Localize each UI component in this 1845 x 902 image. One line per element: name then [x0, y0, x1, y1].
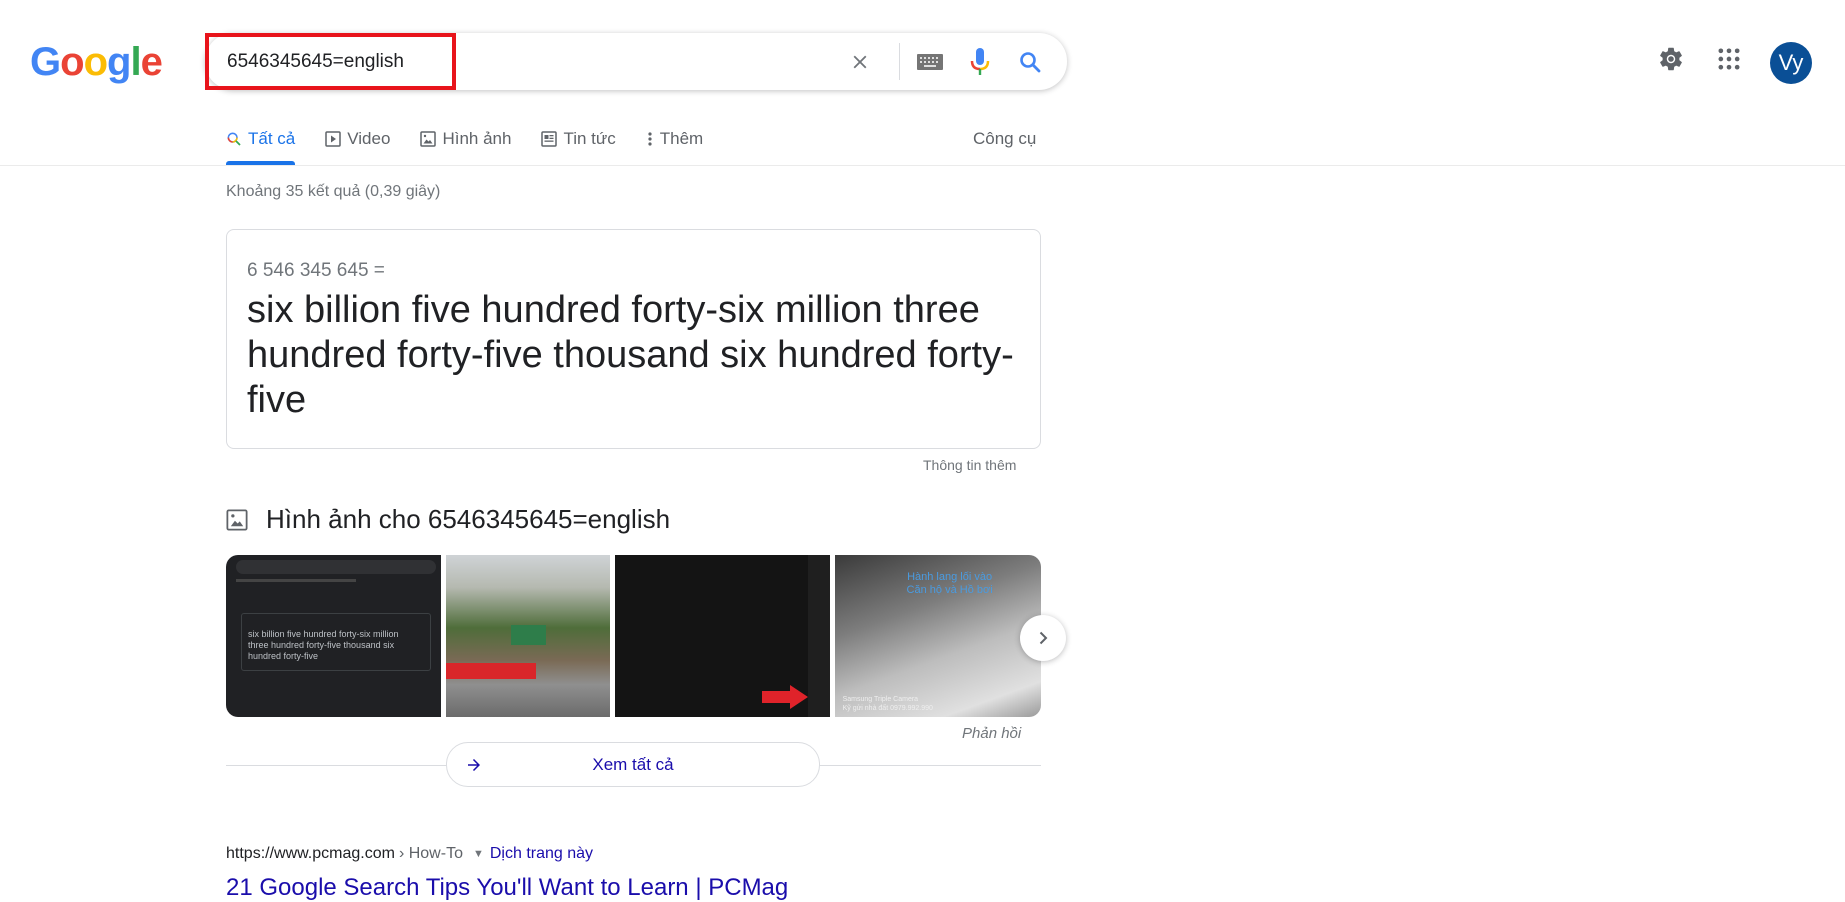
result-citation: https://www.pcmag.com › How-To ▼ Dịch tr… [226, 845, 593, 863]
image-thumbnail[interactable] [446, 555, 611, 717]
search-box-divider [899, 43, 900, 80]
answer-words: six billion five hundred forty-six milli… [247, 289, 1014, 421]
image-thumbnail[interactable]: six billion five hundred forty-six milli… [226, 555, 442, 717]
settings-button[interactable] [1657, 45, 1685, 78]
google-logo[interactable]: Google [30, 40, 163, 85]
thumbnail-overlay-text: Hành lang lối vào [907, 571, 993, 583]
image-carousel: six billion five hundred forty-six milli… [226, 555, 1041, 717]
search-icon [1020, 52, 1041, 73]
thumbnail-text: three hundred forty-five thousand six [248, 640, 395, 650]
keyboard-icon [917, 54, 943, 70]
translate-page-link[interactable]: Dịch trang này [490, 845, 593, 863]
search-icon [226, 131, 242, 147]
tab-video[interactable]: Video [325, 124, 390, 165]
result-url: https://www.pcmag.com [226, 845, 395, 862]
close-icon [853, 55, 867, 69]
logo-letter: g [107, 40, 131, 84]
account-avatar[interactable]: Vy [1770, 42, 1812, 84]
more-vert-icon [646, 131, 654, 147]
thumbnail-overlay-text: Căn hộ và Hồ bơi [906, 584, 993, 596]
number-to-words-card: 6 546 345 645 = six billion five hundred… [226, 229, 1041, 449]
image-thumbnail[interactable]: Hành lang lối vào Căn hộ và Hồ bơi Samsu… [834, 555, 1041, 717]
chevron-right-icon [1039, 631, 1048, 645]
dropdown-triangle-icon[interactable]: ▼ [473, 848, 484, 860]
logo-letter: G [30, 40, 61, 84]
thumbnail-footer-text: Kỹ gửi nhà đất 0979.992.990 [842, 705, 933, 712]
tab-label: Video [347, 129, 391, 148]
carousel-next-button[interactable] [1020, 615, 1066, 661]
result-stats: Khoảng 35 kết quả (0,39 giây) [226, 183, 441, 200]
apps-button[interactable] [1715, 45, 1743, 78]
tab-news[interactable]: Tin tức [541, 124, 616, 165]
search-input[interactable] [227, 33, 787, 90]
image-icon [226, 508, 248, 531]
keyboard-button[interactable] [915, 47, 945, 77]
image-icon [420, 131, 437, 147]
tab-all[interactable]: Tất cả [226, 124, 296, 165]
answer-equation: 6 546 345 645 = [247, 260, 385, 281]
tab-more[interactable]: Thêm [646, 124, 703, 165]
logo-letter: l [130, 40, 141, 84]
logo-letter: o [60, 40, 84, 84]
tabs-divider [0, 165, 1845, 166]
apps-icon [1718, 48, 1740, 70]
search-tabs: Tất cả Video Hình ảnh Tin tức Thêm [226, 124, 733, 166]
thumbnail-text: six billion five hundred forty-six milli… [248, 629, 399, 639]
news-icon [541, 131, 558, 147]
tab-label: Tin tức [563, 129, 616, 148]
settings-icon [1660, 47, 1682, 71]
voice-search-button[interactable] [965, 47, 995, 77]
see-all-label: Xem tất cả [592, 754, 674, 774]
logo-letter: o [83, 40, 108, 84]
search-box [205, 33, 1067, 90]
images-section-header[interactable]: Hình ảnh cho 6546345645=english [226, 504, 670, 535]
image-thumbnail[interactable] [615, 555, 830, 717]
tab-label: Tất cả [248, 129, 296, 148]
thumbnail-footer-text: Samsung Triple Camera [842, 696, 919, 703]
microphone-icon [970, 48, 990, 75]
result-breadcrumb: › How-To [398, 845, 463, 862]
thumbnail-text: hundred forty-five [248, 651, 319, 661]
tools-button[interactable]: Công cụ [973, 129, 1036, 149]
feedback-link[interactable]: Phản hồi [962, 725, 1021, 742]
logo-letter: e [140, 40, 163, 84]
result-title-link[interactable]: 21 Google Search Tips You'll Want to Lea… [226, 874, 788, 902]
tab-label: Thêm [659, 129, 704, 148]
search-button[interactable] [1015, 47, 1045, 77]
images-header-label: Hình ảnh cho 6546345645=english [266, 504, 671, 534]
clear-button[interactable] [845, 47, 875, 77]
tab-images[interactable]: Hình ảnh [420, 124, 511, 165]
more-info-link[interactable]: Thông tin thêm [923, 457, 1016, 473]
see-all-images-button[interactable]: Xem tất cả [446, 742, 820, 787]
tab-label: Hình ảnh [442, 129, 512, 148]
play-icon [325, 131, 341, 147]
